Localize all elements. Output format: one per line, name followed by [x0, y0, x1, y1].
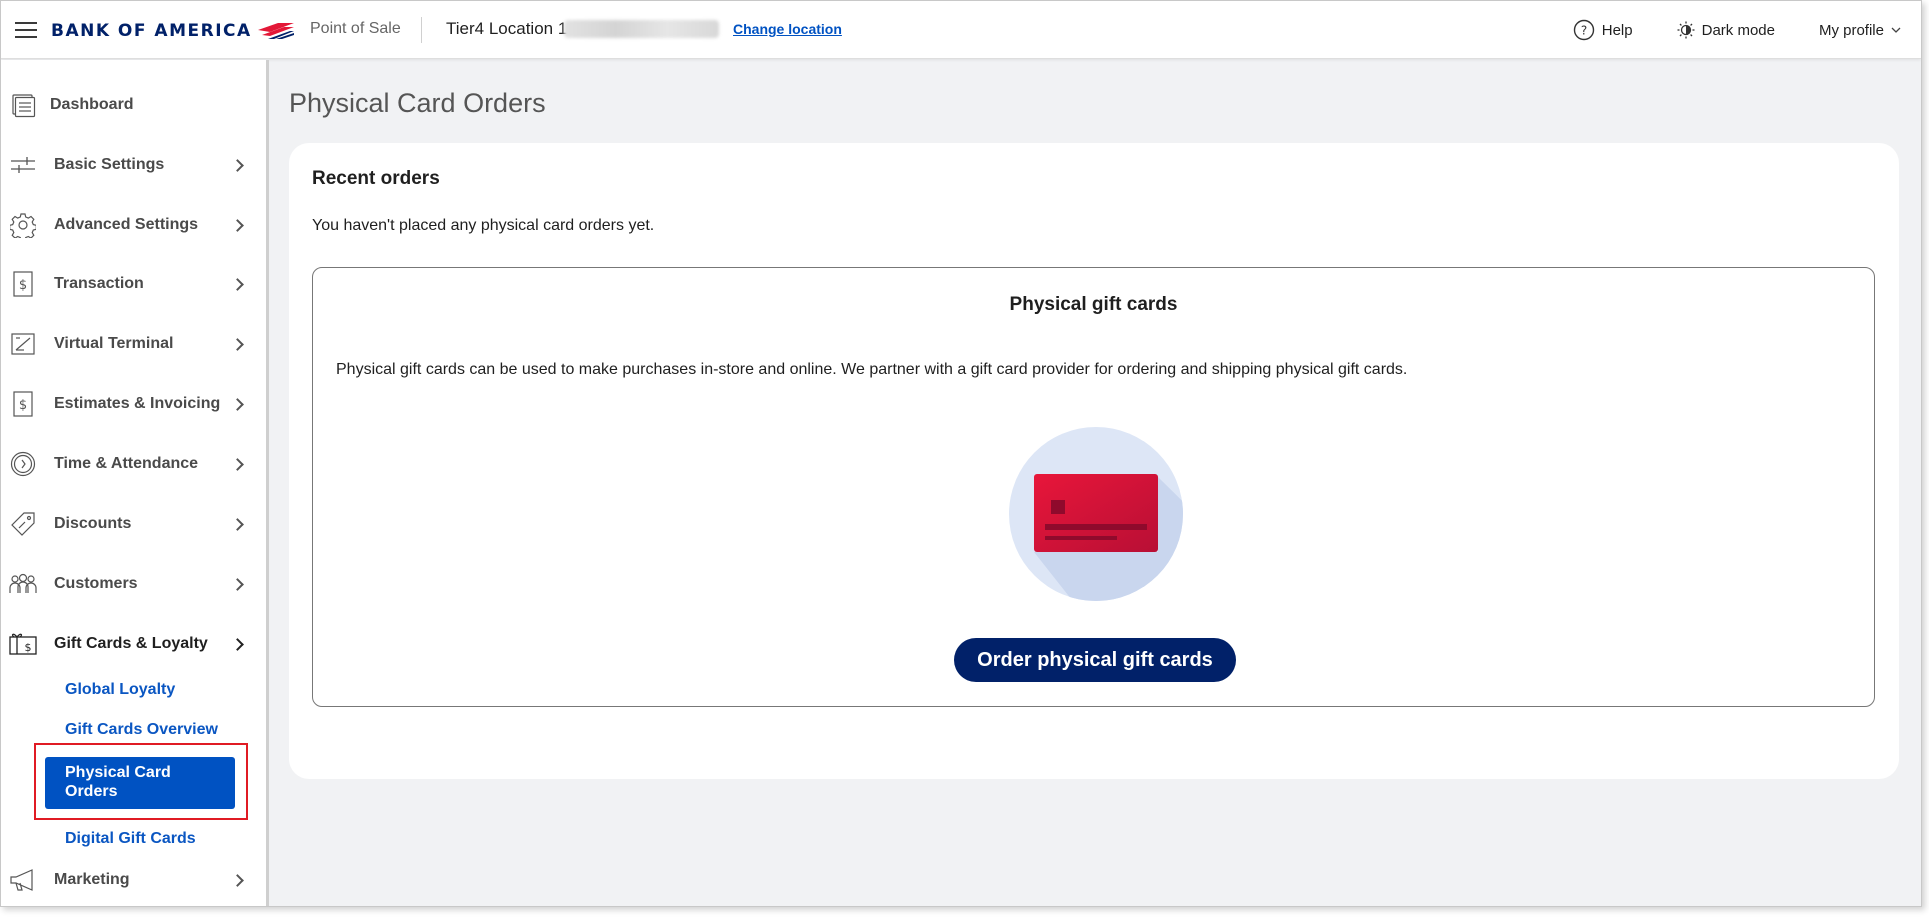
sidebar-item-customers[interactable]: Customers — [1, 562, 263, 606]
dashboard-icon — [9, 91, 37, 119]
recent-orders-heading: Recent orders — [312, 168, 440, 189]
sidebar: Dashboard Basic Settings Advanced Settin… — [1, 60, 269, 906]
sidebar-item-advanced-settings[interactable]: Advanced Settings — [1, 203, 263, 247]
sidebar-item-label: Dashboard — [50, 96, 134, 113]
invoice-dollar-icon: $ — [9, 390, 37, 418]
sliders-icon — [9, 151, 37, 179]
chevron-right-icon — [231, 873, 244, 887]
sidebar-item-label: Advanced Settings — [54, 216, 199, 233]
header-divider — [421, 17, 422, 43]
my-profile-menu[interactable]: My profile — [1819, 22, 1901, 39]
sidebar-item-transaction[interactable]: $ Transaction — [1, 262, 263, 306]
svg-text:$: $ — [19, 278, 27, 293]
sidebar-item-estimates-invoicing[interactable]: $ Estimates & Invoicing — [1, 382, 263, 426]
sidebar-item-label: Gift Cards & Loyalty — [54, 635, 208, 652]
physical-gift-cards-panel: Physical gift cards Physical gift cards … — [312, 267, 1875, 707]
flag-logo-icon — [257, 23, 294, 39]
bank-logo[interactable]: BANK OF AMERICA — [51, 21, 296, 41]
dark-mode-label: Dark mode — [1701, 21, 1775, 39]
chevron-down-icon — [1891, 27, 1901, 33]
sidebar-item-gift-cards-loyalty[interactable]: $ Gift Cards & Loyalty — [1, 622, 263, 666]
chevron-right-icon — [231, 577, 244, 591]
orders-card: Recent orders You haven't placed any phy… — [289, 143, 1899, 779]
sidebar-item-dashboard[interactable]: Dashboard — [1, 83, 263, 127]
gift-card-icon: $ — [9, 630, 37, 658]
dark-mode-toggle[interactable]: Dark mode — [1677, 21, 1775, 39]
header-actions: ? Help Dark mode My profile — [1573, 1, 1901, 59]
order-physical-gift-cards-button[interactable]: Order physical gift cards — [954, 638, 1236, 682]
location-name: Tier4 Location 1 — [446, 19, 568, 38]
sidebar-item-virtual-terminal[interactable]: Virtual Terminal — [1, 322, 263, 366]
clock-icon — [9, 450, 37, 478]
sidebar-item-discounts[interactable]: Discounts — [1, 502, 263, 546]
brightness-icon — [1677, 21, 1695, 39]
sidebar-subitem-digital-gift-cards[interactable]: Digital Gift Cards — [65, 830, 196, 848]
chevron-right-icon — [231, 457, 244, 471]
sidebar-item-label: Discounts — [54, 515, 132, 532]
sidebar-subitem-gift-cards-overview[interactable]: Gift Cards Overview — [65, 721, 218, 739]
sidebar-item-label: Estimates & Invoicing — [54, 395, 221, 412]
chevron-right-icon — [231, 277, 244, 291]
gift-card-illustration-icon — [1009, 427, 1183, 601]
tag-icon — [9, 510, 37, 538]
physical-gift-cards-heading: Physical gift cards — [1009, 294, 1178, 315]
empty-orders-message: You haven't placed any physical card ord… — [312, 217, 655, 234]
chevron-right-icon — [231, 218, 244, 232]
chevron-right-icon — [231, 337, 244, 351]
help-icon: ? — [1573, 19, 1594, 41]
svg-text:$: $ — [19, 398, 27, 413]
app-window: BANK OF AMERICA Point of Sale Tier4 Loca… — [0, 0, 1922, 907]
chevron-right-icon — [231, 397, 244, 411]
page-title: Physical Card Orders — [289, 88, 546, 118]
chevron-right-icon — [231, 517, 244, 531]
help-label: Help — [1601, 21, 1633, 39]
physical-gift-cards-description: Physical gift cards can be used to make … — [336, 361, 1408, 378]
gear-icon — [9, 211, 37, 239]
chevron-right-icon — [231, 158, 244, 172]
sidebar-item-time-attendance[interactable]: Time & Attendance — [1, 442, 263, 486]
change-location-link[interactable]: Change location — [733, 21, 842, 37]
app-name: Point of Sale — [310, 20, 401, 37]
my-profile-label: My profile — [1818, 21, 1884, 39]
sidebar-item-label: Virtual Terminal — [54, 335, 174, 352]
help-button[interactable]: ? Help — [1573, 19, 1633, 41]
chevron-right-icon — [231, 637, 244, 651]
redacted-location-detail — [564, 20, 719, 38]
sidebar-item-label: Customers — [54, 575, 138, 592]
sidebar-item-label: Time & Attendance — [54, 455, 199, 472]
sidebar-item-marketing[interactable]: Marketing — [1, 858, 263, 902]
sidebar-item-label: Marketing — [54, 871, 130, 888]
hamburger-menu-icon[interactable] — [15, 22, 37, 38]
sidebar-subitem-global-loyalty[interactable]: Global Loyalty — [65, 681, 175, 699]
svg-text:?: ? — [1581, 24, 1587, 38]
svg-text:$: $ — [25, 641, 32, 654]
sidebar-item-basic-settings[interactable]: Basic Settings — [1, 143, 263, 187]
sidebar-item-label: Transaction — [54, 275, 144, 292]
terminal-icon — [9, 330, 37, 358]
receipt-dollar-icon: $ — [9, 270, 37, 298]
sidebar-item-label: Basic Settings — [54, 156, 165, 173]
megaphone-icon — [9, 866, 37, 894]
brand-name: BANK OF AMERICA — [51, 21, 252, 41]
sidebar-subitem-physical-card-orders[interactable]: Physical Card Orders — [45, 757, 235, 809]
people-icon — [9, 570, 37, 598]
top-bar: BANK OF AMERICA Point of Sale Tier4 Loca… — [1, 1, 1921, 59]
